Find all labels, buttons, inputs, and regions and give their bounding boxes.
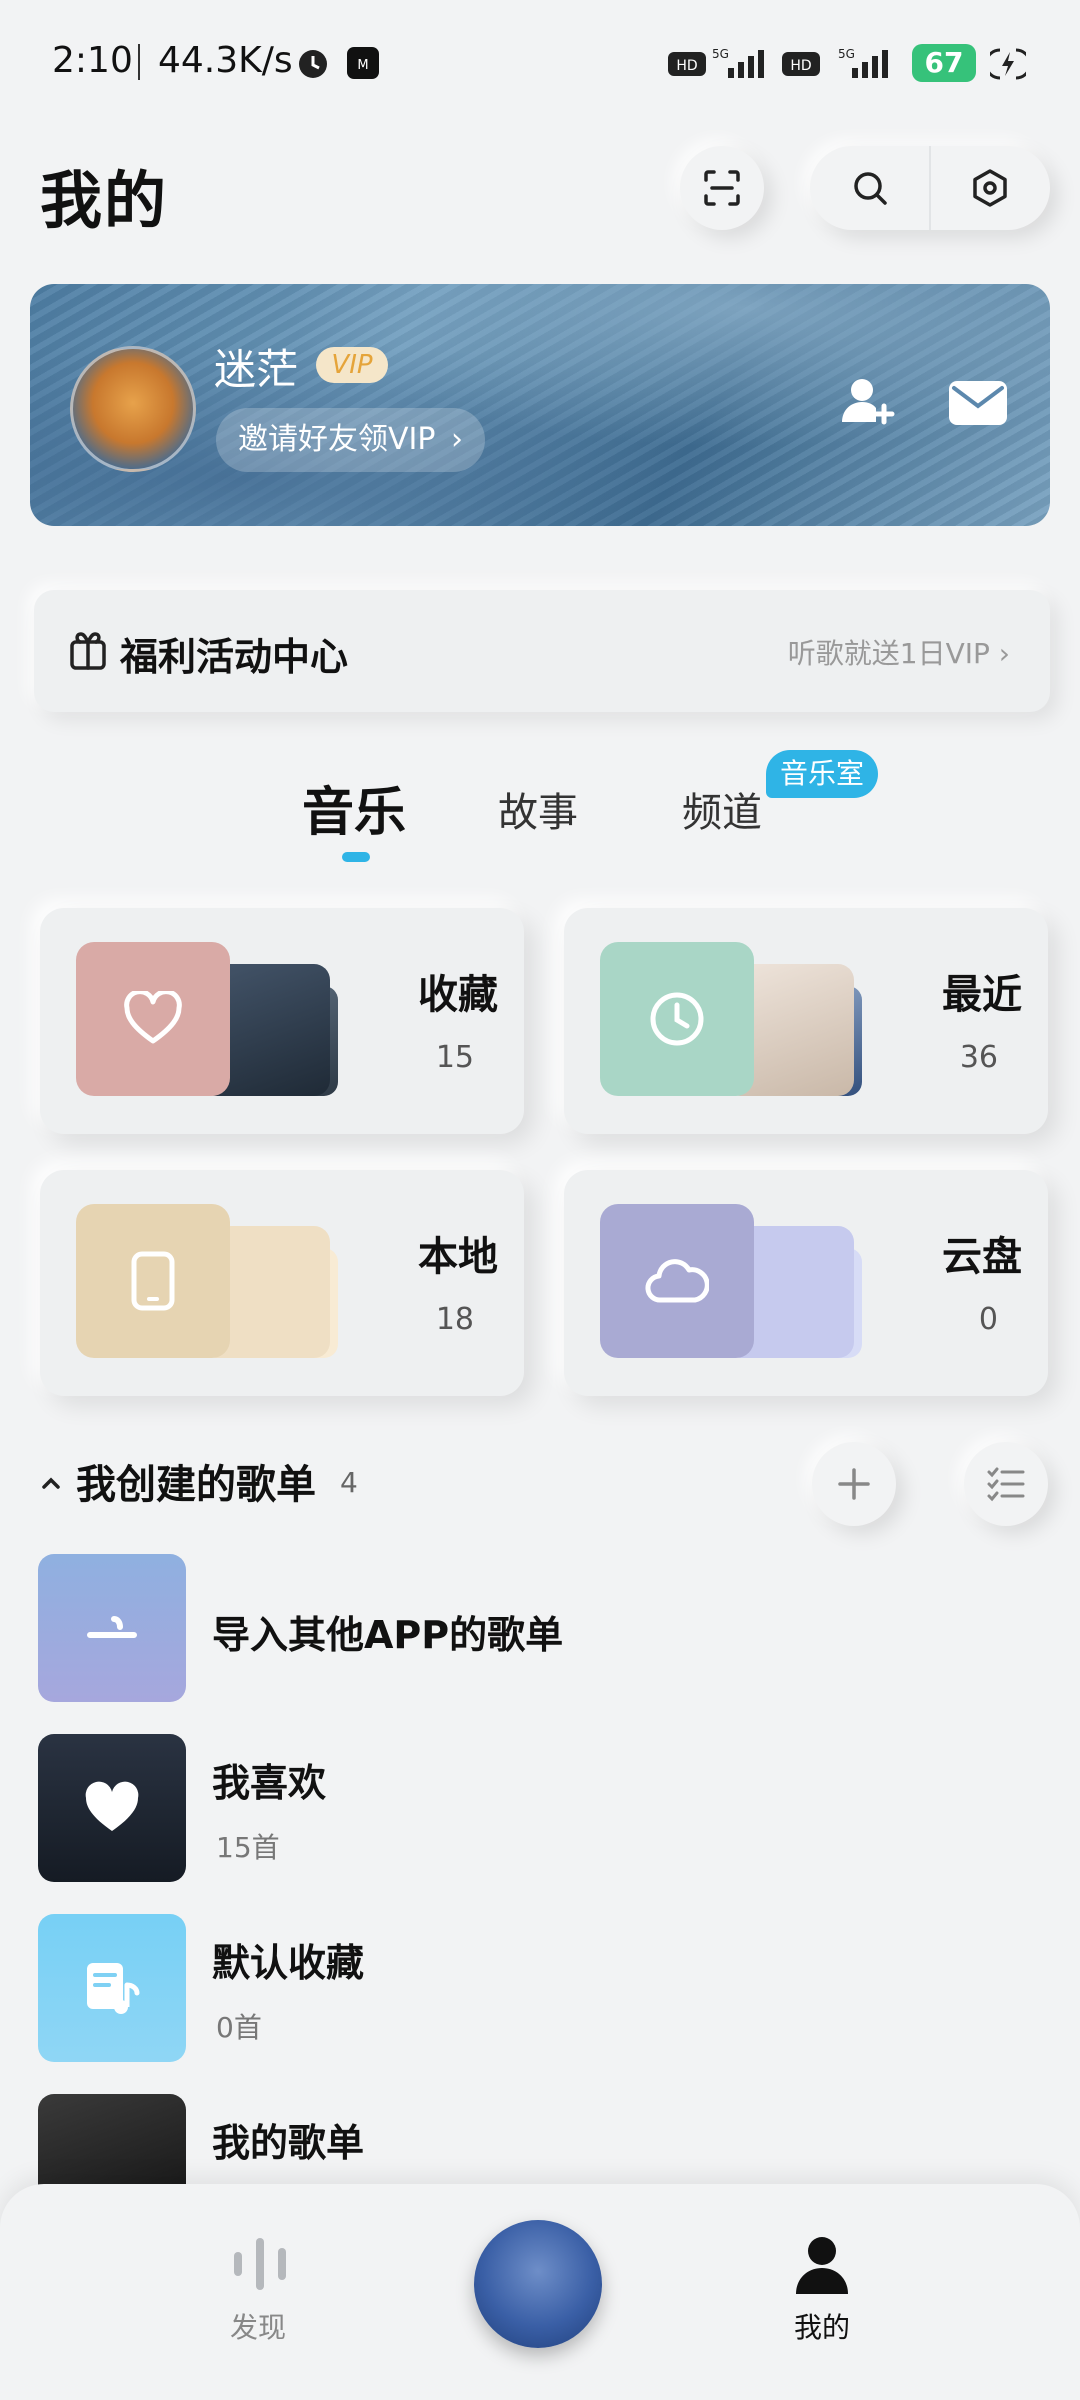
cloud-main-cover	[600, 1204, 754, 1358]
tile-recent-name: 最近	[942, 972, 1022, 1018]
battery-indicator: 67	[912, 44, 976, 82]
tile-recent[interactable]: 最近 36	[564, 908, 1048, 1134]
welfare-promo: 听歌就送1日VIP ›	[788, 632, 1010, 672]
nav-mine[interactable]: 我的	[782, 2214, 862, 2354]
tab-channel[interactable]: 频道	[682, 780, 762, 838]
person-icon	[796, 2237, 848, 2294]
phone-icon	[131, 1251, 175, 1311]
scan-button[interactable]	[680, 146, 764, 230]
settings-button[interactable]	[930, 146, 1050, 230]
local-main-cover	[76, 1204, 230, 1358]
import-arrow-icon	[87, 1616, 137, 1638]
svg-text:5G: 5G	[838, 47, 855, 61]
profile-card[interactable]: 迷茫 VIP 邀请好友领VIP ›	[30, 284, 1050, 526]
invite-vip-button[interactable]: 邀请好友领VIP ›	[216, 408, 486, 472]
svg-text:M: M	[357, 58, 368, 73]
playlist-subtitle: 15首	[216, 1831, 280, 1864]
created-playlists-count: 4	[340, 1466, 358, 1499]
discover-bars-icon	[234, 2238, 286, 2290]
created-playlists-title[interactable]: 我创建的歌单	[76, 1452, 316, 1510]
nav-discover-label: 发现	[230, 2311, 287, 2344]
clock-icon	[650, 992, 704, 1046]
status-bar: 2:10 44.3K/s M HD 5G HD 5G 67	[0, 0, 1080, 120]
tile-cloud-count: 0	[978, 1302, 998, 1337]
vip-badge[interactable]: VIP	[316, 347, 388, 383]
music-note-icon	[87, 1963, 140, 2014]
signal-1-icon: HD 5G	[668, 47, 764, 78]
liked-cover	[38, 1734, 186, 1882]
gift-icon	[70, 632, 106, 670]
nfc-icon: M	[347, 47, 379, 79]
tab-stories[interactable]: 故事	[498, 780, 578, 838]
status-time: 2:10	[52, 40, 133, 81]
nav-mine-label: 我的	[794, 2311, 851, 2344]
scan-icon	[704, 170, 740, 206]
list-item[interactable]: 我喜欢 15首	[0, 1734, 1080, 1884]
tile-local-count: 18	[435, 1302, 474, 1337]
plus-icon	[838, 1468, 870, 1500]
welfare-promo-text: 听歌就送1日VIP	[787, 637, 990, 670]
recent-main-cover	[600, 942, 754, 1096]
manage-playlists-button[interactable]	[964, 1442, 1048, 1526]
chevron-right-icon: ›	[998, 637, 1010, 670]
heart-icon	[85, 1781, 139, 1831]
import-cover	[38, 1554, 186, 1702]
tile-local-name: 本地	[418, 1234, 498, 1280]
chevron-right-icon: ›	[451, 422, 464, 457]
page-title: 我的	[40, 164, 169, 237]
add-friend-icon[interactable]	[840, 374, 896, 430]
playlist-title: 我的歌单	[212, 2121, 365, 2165]
heart-icon	[124, 991, 182, 1044]
tab-active-indicator	[342, 852, 370, 862]
add-playlist-button[interactable]	[812, 1442, 896, 1526]
svg-text:HD: HD	[676, 58, 697, 74]
playlist-title: 我喜欢	[212, 1761, 327, 1805]
tile-favorites-name: 收藏	[418, 972, 498, 1018]
signal-2-icon: HD 5G	[782, 47, 888, 78]
tile-cloud[interactable]: 云盘 0	[564, 1170, 1048, 1396]
username[interactable]: 迷茫	[214, 336, 298, 397]
tile-cloud-name: 云盘	[942, 1234, 1022, 1280]
tile-favorites[interactable]: 收藏 15	[40, 908, 524, 1134]
chevron-up-icon[interactable]	[40, 1472, 62, 1494]
avatar[interactable]	[70, 346, 196, 472]
default-collection-cover	[38, 1914, 186, 2062]
playlist-title: 导入其他APP的歌单	[212, 1613, 564, 1657]
tab-music[interactable]: 音乐	[302, 770, 406, 845]
settings-hexagon-icon	[973, 169, 1007, 207]
playlist-title: 默认收藏	[212, 1941, 365, 1985]
invite-vip-label: 邀请好友领VIP	[238, 422, 436, 457]
search-button[interactable]	[810, 146, 930, 230]
welfare-center-banner[interactable]: 福利活动中心 听歌就送1日VIP ›	[34, 590, 1050, 712]
checklist-icon	[987, 1467, 1025, 1502]
svg-text:HD: HD	[790, 58, 811, 74]
network-speed: 44.3K/s	[158, 40, 293, 81]
welfare-title: 福利活动中心	[120, 635, 349, 679]
list-item[interactable]: 导入其他APP的歌单	[0, 1554, 1080, 1704]
favorites-main-cover	[76, 942, 230, 1096]
mail-icon[interactable]	[948, 380, 1008, 426]
alarm-icon	[299, 50, 327, 78]
search-icon	[854, 172, 887, 205]
nav-discover[interactable]: 发现	[216, 2214, 304, 2354]
tile-favorites-count: 15	[435, 1040, 474, 1075]
charging-icon	[990, 48, 1026, 80]
tile-recent-count: 36	[959, 1040, 998, 1075]
cloud-icon	[645, 1259, 709, 1303]
svg-text:5G: 5G	[712, 47, 729, 61]
status-divider	[138, 44, 140, 80]
playlist-subtitle: 0首	[216, 2011, 262, 2044]
list-item[interactable]: 默认收藏 0首	[0, 1914, 1080, 2064]
music-room-badge[interactable]: 音乐室	[766, 750, 879, 798]
header-actions	[810, 146, 1050, 230]
now-playing-disc[interactable]	[474, 2220, 602, 2348]
tile-local[interactable]: 本地 18	[40, 1170, 524, 1396]
